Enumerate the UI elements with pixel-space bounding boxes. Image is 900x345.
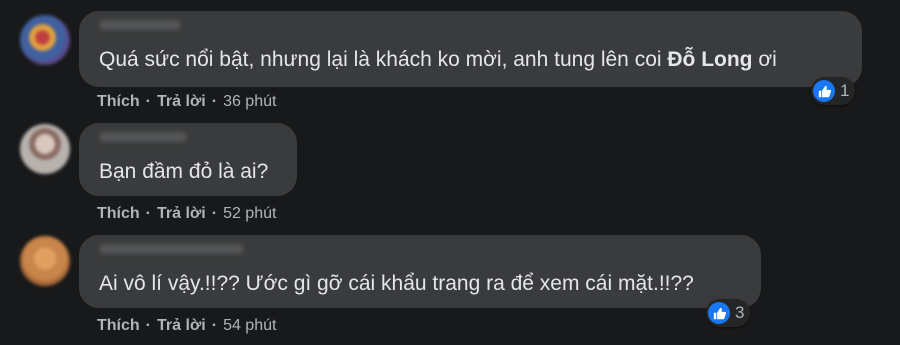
like-icon xyxy=(708,302,730,324)
author-name-redacted[interactable] xyxy=(99,20,181,30)
comment-bubble: Quá sức nổi bật, nhưng lại là khách ko m… xyxy=(79,11,862,87)
separator: · xyxy=(211,205,218,222)
comment-bubble: Bạn đầm đỏ là ai? xyxy=(79,123,297,196)
comment-actions: Thích · Trả lời · 36 phút xyxy=(97,93,276,111)
timestamp[interactable]: 54 phút xyxy=(223,317,276,334)
timestamp[interactable]: 36 phút xyxy=(223,93,276,110)
mention-link[interactable]: Đỗ Long xyxy=(667,48,752,71)
comment-text: Bạn đầm đỏ là ai? xyxy=(99,160,269,183)
reaction-summary[interactable]: 1 xyxy=(811,77,856,105)
reaction-count: 1 xyxy=(840,81,850,100)
separator: · xyxy=(145,205,151,222)
separator: · xyxy=(211,317,218,334)
separator: · xyxy=(211,93,218,110)
like-button[interactable]: Thích xyxy=(97,93,140,110)
comment-text: Quá sức nổi bật, nhưng lại là khách ko m… xyxy=(99,48,777,71)
comment-text: Ai vô lí vậy.!!?? Ước gì gỡ cái khẩu tra… xyxy=(99,272,694,295)
timestamp[interactable]: 52 phút xyxy=(223,205,276,222)
avatar[interactable] xyxy=(20,15,70,65)
like-button[interactable]: Thích xyxy=(97,205,140,222)
avatar[interactable] xyxy=(20,236,70,286)
reaction-summary[interactable]: 3 xyxy=(706,299,751,327)
separator: · xyxy=(145,93,151,110)
reaction-count: 3 xyxy=(735,303,745,322)
comment-bubble: Ai vô lí vậy.!!?? Ước gì gỡ cái khẩu tra… xyxy=(79,235,761,308)
like-icon xyxy=(813,80,835,102)
author-name-redacted[interactable] xyxy=(99,132,187,142)
comment-actions: Thích · Trả lời · 54 phút xyxy=(97,317,276,335)
reply-button[interactable]: Trả lời xyxy=(157,93,206,110)
separator: · xyxy=(145,317,151,334)
author-name-redacted[interactable] xyxy=(99,244,244,254)
avatar[interactable] xyxy=(20,124,70,174)
reply-button[interactable]: Trả lời xyxy=(157,317,206,334)
comment-actions: Thích · Trả lời · 52 phút xyxy=(97,205,276,223)
reply-button[interactable]: Trả lời xyxy=(157,205,206,222)
like-button[interactable]: Thích xyxy=(97,317,140,334)
